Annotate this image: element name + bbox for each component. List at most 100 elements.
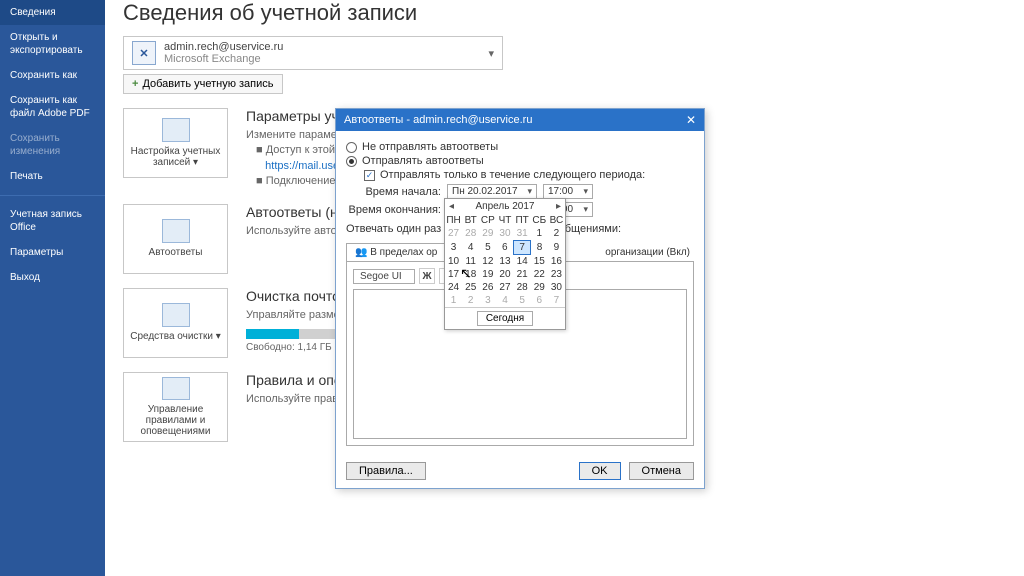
- checkbox-period[interactable]: ✓ Отправлять только в течение следующего…: [364, 169, 694, 181]
- close-icon[interactable]: ✕: [686, 113, 696, 127]
- cal-day[interactable]: 11: [462, 255, 479, 269]
- tile-auto-replies[interactable]: Автоответы: [123, 204, 228, 274]
- dialog-title-text: Автоответы - admin.rech@uservice.ru: [344, 114, 532, 126]
- start-date-select[interactable]: Пн 20.02.2017▾: [447, 184, 537, 199]
- start-time-select[interactable]: 17:00▾: [543, 184, 593, 199]
- cal-prev-icon[interactable]: ◂: [449, 201, 454, 212]
- cal-day[interactable]: 27: [496, 281, 513, 294]
- cal-day[interactable]: 31: [514, 227, 531, 241]
- add-account-button[interactable]: + Добавить учетную запись: [123, 74, 283, 94]
- rules-icon: [162, 377, 190, 400]
- cal-day[interactable]: 14: [514, 255, 531, 269]
- cal-month-label: Апрель 2017: [476, 201, 535, 212]
- radio-send[interactable]: Отправлять автоответы: [346, 155, 694, 167]
- cal-day[interactable]: 6: [496, 241, 513, 255]
- cal-today-button[interactable]: Сегодня: [477, 311, 533, 326]
- rules-button[interactable]: Правила...: [346, 462, 426, 480]
- settings-icon: [162, 118, 190, 142]
- cal-day[interactable]: 25: [462, 281, 479, 294]
- cal-day[interactable]: 26: [479, 281, 496, 294]
- cal-day[interactable]: 24: [445, 281, 462, 294]
- cal-day[interactable]: 23: [548, 268, 565, 281]
- font-select[interactable]: Segoe UI: [353, 269, 415, 284]
- cal-dow-header: ВТ: [462, 214, 479, 227]
- radio-icon: [346, 142, 357, 153]
- cal-dow-header: ПТ: [514, 214, 531, 227]
- cal-day[interactable]: 6: [531, 294, 548, 307]
- tile-label: Управление правилами и оповещениями: [128, 404, 223, 437]
- sidebar-item-print[interactable]: Печать: [0, 164, 105, 189]
- cal-day[interactable]: 9: [548, 241, 565, 255]
- cal-day[interactable]: 1: [445, 294, 462, 307]
- cal-day[interactable]: 15: [531, 255, 548, 269]
- sidebar-item-save-as[interactable]: Сохранить как: [0, 63, 105, 88]
- cal-day[interactable]: 16: [548, 255, 565, 269]
- cal-day[interactable]: 30: [496, 227, 513, 241]
- cal-day[interactable]: 3: [445, 241, 462, 255]
- chevron-down-icon: ▾: [527, 186, 532, 197]
- tile-account-settings[interactable]: Настройка учетных записей ▾: [123, 108, 228, 178]
- plus-icon: +: [132, 78, 138, 90]
- tab-inside-org[interactable]: 👥 В пределах ор: [346, 243, 446, 261]
- cal-day[interactable]: 30: [548, 281, 565, 294]
- tile-label: Средства очистки ▾: [130, 331, 221, 342]
- cal-day[interactable]: 29: [479, 227, 496, 241]
- cal-dow-header: ПН: [445, 214, 462, 227]
- page-title: Сведения об учетной записи: [123, 0, 1006, 26]
- cal-dow-header: СР: [479, 214, 496, 227]
- checkbox-icon: ✓: [364, 170, 375, 181]
- sidebar-item-options[interactable]: Параметры: [0, 240, 105, 265]
- cal-day[interactable]: 21: [514, 268, 531, 281]
- cal-day[interactable]: 28: [462, 227, 479, 241]
- add-account-label: Добавить учетную запись: [142, 78, 273, 90]
- cal-day[interactable]: 4: [462, 241, 479, 255]
- sidebar-item-exit[interactable]: Выход: [0, 265, 105, 290]
- cal-day[interactable]: 5: [514, 294, 531, 307]
- tile-label: Настройка учетных записей ▾: [128, 146, 223, 168]
- cal-day[interactable]: 5: [479, 241, 496, 255]
- cal-day[interactable]: 13: [496, 255, 513, 269]
- tile-label: Автоответы: [149, 247, 203, 258]
- cal-next-icon[interactable]: ▸: [556, 201, 561, 212]
- cal-day[interactable]: 27: [445, 227, 462, 241]
- auto-reply-icon: [162, 219, 190, 243]
- cal-day[interactable]: 8: [531, 241, 548, 255]
- cal-day[interactable]: 2: [548, 227, 565, 241]
- cal-day[interactable]: 2: [462, 294, 479, 307]
- sidebar-item-save-pdf[interactable]: Сохранить как файл Adobe PDF: [0, 88, 105, 126]
- tile-cleanup[interactable]: Средства очистки ▾: [123, 288, 228, 358]
- ok-button[interactable]: OK: [579, 462, 621, 480]
- sidebar-separator: [0, 195, 105, 196]
- checkbox-period-label: Отправлять только в течение следующего п…: [380, 169, 645, 181]
- account-dropdown-icon: ▾: [488, 47, 494, 60]
- cal-day[interactable]: 22: [531, 268, 548, 281]
- cal-dow-header: ЧТ: [496, 214, 513, 227]
- bold-button[interactable]: Ж: [419, 268, 435, 284]
- calendar-popup: ◂ Апрель 2017 ▸ ПНВТСРЧТПТСБВС 272829303…: [444, 198, 566, 330]
- cal-day[interactable]: 7: [514, 241, 531, 255]
- backstage-sidebar: Сведения Открыть и экспортировать Сохран…: [0, 0, 105, 576]
- sidebar-item-office-account[interactable]: Учетная запись Office: [0, 202, 105, 240]
- cal-day[interactable]: 17: [445, 268, 462, 281]
- cal-dow-header: СБ: [531, 214, 548, 227]
- cal-day[interactable]: 12: [479, 255, 496, 269]
- cal-dow-header: ВС: [548, 214, 565, 227]
- cal-day[interactable]: 20: [496, 268, 513, 281]
- cal-day[interactable]: 1: [531, 227, 548, 241]
- tab-outside-tail: организации (Вкл): [605, 247, 690, 258]
- sidebar-item-save-changes: Сохранить изменения: [0, 126, 105, 164]
- cal-day[interactable]: 18: [462, 268, 479, 281]
- cal-day[interactable]: 4: [496, 294, 513, 307]
- cal-day[interactable]: 19: [479, 268, 496, 281]
- radio-no-send[interactable]: Не отправлять автоответы: [346, 141, 694, 153]
- cal-day[interactable]: 7: [548, 294, 565, 307]
- cal-day[interactable]: 10: [445, 255, 462, 269]
- cal-day[interactable]: 29: [531, 281, 548, 294]
- sidebar-item-open-export[interactable]: Открыть и экспортировать: [0, 25, 105, 63]
- sidebar-item-info[interactable]: Сведения: [0, 0, 105, 25]
- cal-day[interactable]: 28: [514, 281, 531, 294]
- tile-rules[interactable]: Управление правилами и оповещениями: [123, 372, 228, 442]
- account-selector[interactable]: ✕ admin.rech@uservice.ru Microsoft Excha…: [123, 36, 503, 70]
- cancel-button[interactable]: Отмена: [629, 462, 694, 480]
- cal-day[interactable]: 3: [479, 294, 496, 307]
